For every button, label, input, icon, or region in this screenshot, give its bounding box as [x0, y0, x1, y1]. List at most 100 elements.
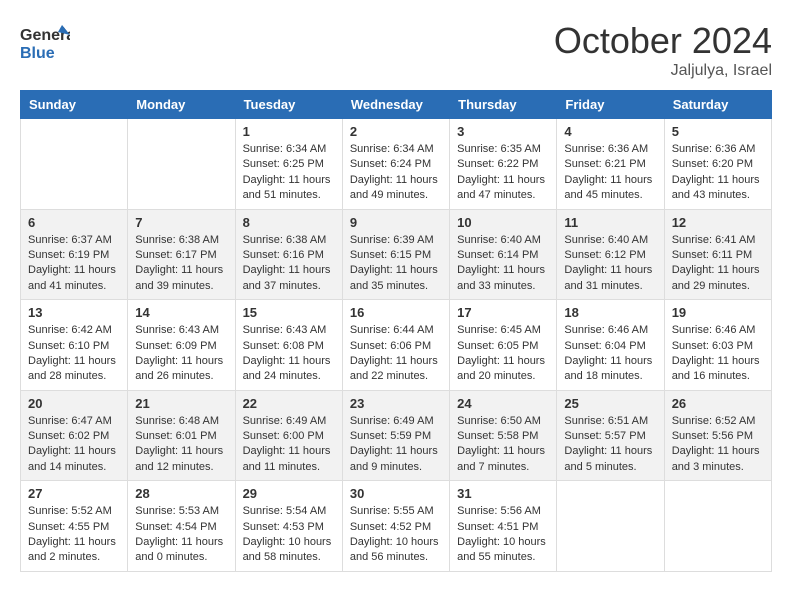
calendar-cell: 21 Sunrise: 6:48 AMSunset: 6:01 PMDayligh…	[128, 390, 235, 481]
day-number: 4	[564, 124, 656, 139]
calendar-cell	[21, 119, 128, 210]
cell-info: Sunrise: 6:48 AMSunset: 6:01 PMDaylight:…	[135, 414, 227, 476]
page-header: General Blue October 2024 Jaljulya, Isra…	[20, 20, 772, 80]
calendar-cell: 17Sunrise: 6:45 AMSunset: 6:05 PMDayligh…	[450, 300, 557, 391]
calendar-cell: 16 Sunrise: 6:44 AMSunset: 6:06 PMDayligh…	[342, 300, 449, 391]
cell-info: Sunrise: 6:49 AMSunset: 5:59 PMDaylight:…	[350, 414, 442, 476]
day-number: 11	[564, 215, 656, 230]
day-number: 1	[243, 124, 335, 139]
month-title: October 2024	[554, 20, 772, 62]
day-number: 30	[350, 486, 442, 501]
day-number: 24	[457, 396, 549, 411]
day-number: 3	[457, 124, 549, 139]
weekday-header: Friday	[557, 91, 664, 119]
calendar-cell	[557, 481, 664, 572]
cell-info: Sunrise: 6:34 AMSunset: 6:24 PMDaylight:…	[350, 142, 442, 204]
day-number: 31	[457, 486, 549, 501]
day-number: 5	[672, 124, 764, 139]
calendar-cell: 29Sunrise: 5:54 AMSunset: 4:53 PMDayligh…	[235, 481, 342, 572]
day-number: 2	[350, 124, 442, 139]
cell-info: Sunrise: 5:52 AMSunset: 4:55 PMDaylight:…	[28, 504, 120, 566]
day-number: 23	[350, 396, 442, 411]
calendar-cell: 19 Sunrise: 6:46 AMSunset: 6:03 PMDayligh…	[664, 300, 771, 391]
cell-info: Sunrise: 6:41 AMSunset: 6:11 PMDaylight:…	[672, 233, 764, 295]
day-number: 27	[28, 486, 120, 501]
calendar-cell	[664, 481, 771, 572]
day-number: 10	[457, 215, 549, 230]
day-number: 25	[564, 396, 656, 411]
cell-info: Sunrise: 6:34 AMSunset: 6:25 PMDaylight:…	[243, 142, 335, 204]
day-number: 22	[243, 396, 335, 411]
day-number: 18	[564, 305, 656, 320]
cell-info: Sunrise: 6:36 AMSunset: 6:20 PMDaylight:…	[672, 142, 764, 204]
day-number: 29	[243, 486, 335, 501]
weekday-header: Saturday	[664, 91, 771, 119]
cell-info: Sunrise: 6:50 AMSunset: 5:58 PMDaylight:…	[457, 414, 549, 476]
cell-info: Sunrise: 6:36 AMSunset: 6:21 PMDaylight:…	[564, 142, 656, 204]
calendar-cell: 31 Sunrise: 5:56 AMSunset: 4:51 PMDayligh…	[450, 481, 557, 572]
cell-info: Sunrise: 6:47 AMSunset: 6:02 PMDaylight:…	[28, 414, 120, 476]
calendar-cell: 22Sunrise: 6:49 AMSunset: 6:00 PMDayligh…	[235, 390, 342, 481]
calendar-cell: 13 Sunrise: 6:42 AMSunset: 6:10 PMDayligh…	[21, 300, 128, 391]
day-number: 19	[672, 305, 764, 320]
day-number: 13	[28, 305, 120, 320]
cell-info: Sunrise: 6:42 AMSunset: 6:10 PMDaylight:…	[28, 323, 120, 385]
day-number: 8	[243, 215, 335, 230]
cell-info: Sunrise: 6:40 AMSunset: 6:12 PMDaylight:…	[564, 233, 656, 295]
calendar-cell: 15Sunrise: 6:43 AMSunset: 6:08 PMDayligh…	[235, 300, 342, 391]
cell-info: Sunrise: 6:38 AMSunset: 6:17 PMDaylight:…	[135, 233, 227, 295]
day-number: 14	[135, 305, 227, 320]
cell-info: Sunrise: 5:56 AMSunset: 4:51 PMDaylight:…	[457, 504, 549, 566]
cell-info: Sunrise: 6:51 AMSunset: 5:57 PMDaylight:…	[564, 414, 656, 476]
calendar-cell: 4 Sunrise: 6:36 AMSunset: 6:21 PMDaylight…	[557, 119, 664, 210]
calendar-cell: 9Sunrise: 6:39 AMSunset: 6:15 PMDaylight…	[342, 209, 449, 300]
cell-info: Sunrise: 6:43 AMSunset: 6:09 PMDaylight:…	[135, 323, 227, 385]
cell-info: Sunrise: 6:46 AMSunset: 6:03 PMDaylight:…	[672, 323, 764, 385]
header-row: SundayMondayTuesdayWednesdayThursdayFrid…	[21, 91, 772, 119]
calendar-cell: 12 Sunrise: 6:41 AMSunset: 6:11 PMDayligh…	[664, 209, 771, 300]
day-number: 16	[350, 305, 442, 320]
cell-info: Sunrise: 6:40 AMSunset: 6:14 PMDaylight:…	[457, 233, 549, 295]
cell-info: Sunrise: 6:52 AMSunset: 5:56 PMDaylight:…	[672, 414, 764, 476]
cell-info: Sunrise: 5:53 AMSunset: 4:54 PMDaylight:…	[135, 504, 227, 566]
weekday-header: Wednesday	[342, 91, 449, 119]
calendar-cell: 24 Sunrise: 6:50 AMSunset: 5:58 PMDayligh…	[450, 390, 557, 481]
day-number: 7	[135, 215, 227, 230]
calendar-cell: 8 Sunrise: 6:38 AMSunset: 6:16 PMDaylight…	[235, 209, 342, 300]
day-number: 26	[672, 396, 764, 411]
day-number: 12	[672, 215, 764, 230]
calendar-cell: 14 Sunrise: 6:43 AMSunset: 6:09 PMDayligh…	[128, 300, 235, 391]
calendar-cell: 10 Sunrise: 6:40 AMSunset: 6:14 PMDayligh…	[450, 209, 557, 300]
title-section: October 2024 Jaljulya, Israel	[554, 20, 772, 80]
calendar-week-row: 6 Sunrise: 6:37 AMSunset: 6:19 PMDaylight…	[21, 209, 772, 300]
cell-info: Sunrise: 6:38 AMSunset: 6:16 PMDaylight:…	[243, 233, 335, 295]
calendar-week-row: 20 Sunrise: 6:47 AMSunset: 6:02 PMDayligh…	[21, 390, 772, 481]
calendar-cell: 28Sunrise: 5:53 AMSunset: 4:54 PMDayligh…	[128, 481, 235, 572]
day-number: 6	[28, 215, 120, 230]
calendar-cell: 2 Sunrise: 6:34 AMSunset: 6:24 PMDaylight…	[342, 119, 449, 210]
calendar-cell: 3Sunrise: 6:35 AMSunset: 6:22 PMDaylight…	[450, 119, 557, 210]
calendar-cell: 26 Sunrise: 6:52 AMSunset: 5:56 PMDayligh…	[664, 390, 771, 481]
calendar-cell: 20 Sunrise: 6:47 AMSunset: 6:02 PMDayligh…	[21, 390, 128, 481]
cell-info: Sunrise: 6:46 AMSunset: 6:04 PMDaylight:…	[564, 323, 656, 385]
calendar-week-row: 13 Sunrise: 6:42 AMSunset: 6:10 PMDayligh…	[21, 300, 772, 391]
calendar-cell: 7 Sunrise: 6:38 AMSunset: 6:17 PMDaylight…	[128, 209, 235, 300]
calendar-cell: 30 Sunrise: 5:55 AMSunset: 4:52 PMDayligh…	[342, 481, 449, 572]
calendar-week-row: 27 Sunrise: 5:52 AMSunset: 4:55 PMDayligh…	[21, 481, 772, 572]
logo: General Blue	[20, 20, 70, 70]
cell-info: Sunrise: 5:55 AMSunset: 4:52 PMDaylight:…	[350, 504, 442, 566]
calendar-cell: 11 Sunrise: 6:40 AMSunset: 6:12 PMDayligh…	[557, 209, 664, 300]
svg-text:Blue: Blue	[20, 45, 55, 62]
day-number: 17	[457, 305, 549, 320]
calendar-cell	[128, 119, 235, 210]
calendar-cell: 25 Sunrise: 6:51 AMSunset: 5:57 PMDayligh…	[557, 390, 664, 481]
calendar-table: SundayMondayTuesdayWednesdayThursdayFrid…	[20, 90, 772, 572]
day-number: 21	[135, 396, 227, 411]
weekday-header: Sunday	[21, 91, 128, 119]
logo-icon: General Blue	[20, 20, 70, 65]
cell-info: Sunrise: 6:37 AMSunset: 6:19 PMDaylight:…	[28, 233, 120, 295]
cell-info: Sunrise: 6:44 AMSunset: 6:06 PMDaylight:…	[350, 323, 442, 385]
calendar-cell: 27 Sunrise: 5:52 AMSunset: 4:55 PMDayligh…	[21, 481, 128, 572]
day-number: 20	[28, 396, 120, 411]
cell-info: Sunrise: 6:43 AMSunset: 6:08 PMDaylight:…	[243, 323, 335, 385]
